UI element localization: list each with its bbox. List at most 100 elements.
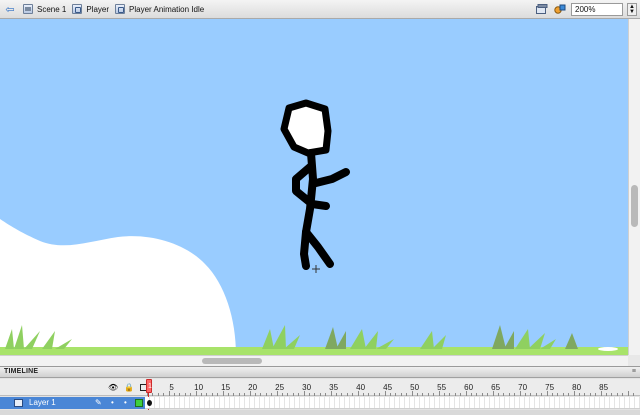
ruler-label: 40 (356, 383, 366, 392)
ruler-tick (606, 393, 607, 396)
ruler-label: 45 (383, 383, 393, 392)
ruler-label: 5 (169, 383, 174, 392)
stick-figure-arm-right (312, 168, 350, 187)
ruler-tick (368, 393, 370, 396)
edit-bar: ⇦ Scene 1 Player Player Animation Idle 2… (0, 0, 640, 19)
ruler-tick (552, 393, 553, 396)
stage-artwork (0, 99, 628, 355)
ruler-tick (260, 393, 262, 396)
layer-row[interactable]: Layer 1 ✎ • • (0, 397, 145, 409)
layer-icon (14, 399, 23, 407)
timeline-title: TIMELINE (4, 368, 39, 375)
ruler-tick (379, 393, 381, 396)
ruler-tick (535, 393, 537, 396)
ruler-label: 85 (599, 383, 609, 392)
ruler-tick (152, 393, 154, 396)
zoom-input[interactable]: 200% (571, 3, 623, 16)
ruler-tick (541, 393, 543, 396)
layer-column-icons: 👁 🔒 (108, 383, 148, 392)
stick-figure-head (280, 99, 332, 157)
white-cloud-shape (0, 219, 236, 355)
ruler-tick (508, 393, 510, 396)
horizontal-scrollbar[interactable] (0, 355, 628, 366)
ruler-tick (190, 393, 192, 396)
ruler-tick (314, 393, 316, 396)
ruler-tick (471, 393, 472, 396)
ruler-tick (400, 393, 402, 396)
visibility-dot-icon[interactable]: • (111, 398, 114, 407)
ruler-tick (433, 393, 435, 396)
ruler-tick (454, 393, 456, 396)
ruler-label: 20 (248, 383, 258, 392)
keyframe[interactable] (147, 400, 152, 406)
ruler-tick (390, 393, 391, 396)
ruler-tick (233, 393, 235, 396)
chevron-down-icon: ▼ (629, 8, 635, 15)
ruler-tick (557, 393, 559, 396)
ruler-tick (498, 393, 499, 396)
layer-name[interactable]: Layer 1 (29, 398, 56, 407)
ruler-tick (633, 393, 634, 396)
vertical-scrollbar[interactable] (628, 19, 640, 355)
ruler-tick (217, 393, 219, 396)
ruler-tick (282, 393, 283, 396)
ruler-label: 80 (572, 383, 582, 392)
ruler-tick (422, 393, 424, 396)
timeline-footer (0, 410, 640, 415)
zoom-stepper[interactable]: ▲ ▼ (627, 3, 637, 16)
edit-scene-icon[interactable] (535, 3, 549, 16)
lock-dot-icon[interactable]: • (124, 398, 127, 407)
ruler-tick (568, 393, 570, 396)
ruler-tick (525, 393, 526, 396)
breadcrumb-player[interactable]: Player (72, 4, 109, 14)
ruler-label: 25 (275, 383, 285, 392)
ruler-tick (562, 393, 564, 396)
ruler-label: 75 (545, 383, 555, 392)
edit-symbols-icon[interactable] (553, 3, 567, 16)
ruler-tick (206, 393, 208, 396)
ruler-tick (238, 393, 240, 396)
timeline-header: 👁 🔒 5 10 15 20 25 30 35 40 45 50 55 60 65 70 75 80 85 (0, 379, 640, 396)
layer-outline-swatch[interactable] (135, 399, 143, 407)
eye-icon[interactable]: 👁 (108, 383, 118, 392)
ruler-label: 60 (464, 383, 474, 392)
ruler-tick (373, 393, 375, 396)
panel-menu-icon[interactable]: ≡ (632, 368, 636, 375)
ruler-tick (487, 393, 489, 396)
ruler-tick (589, 393, 591, 396)
ruler-tick (287, 393, 289, 396)
edit-bar-tools: 200% ▲ ▼ (535, 0, 640, 19)
ruler-tick (325, 393, 327, 396)
layer-frames[interactable] (145, 397, 640, 409)
ruler-tick (481, 393, 483, 396)
vertical-scrollbar-thumb[interactable] (631, 185, 638, 227)
ruler-tick (309, 393, 310, 396)
horizontal-scrollbar-thumb[interactable] (202, 358, 262, 364)
ruler-label: 70 (518, 383, 528, 392)
ruler-tick (352, 393, 354, 396)
ruler-tick (179, 393, 181, 396)
breadcrumb-player-animation-idle[interactable]: Player Animation Idle (115, 4, 204, 14)
back-arrow-icon[interactable]: ⇦ (3, 2, 17, 16)
ruler-tick (363, 393, 364, 396)
breadcrumb-scene[interactable]: Scene 1 (23, 4, 66, 14)
ruler-tick (395, 393, 397, 396)
ruler-tick (346, 393, 348, 396)
ruler-tick (298, 393, 300, 396)
ruler-label: 10 (194, 383, 204, 392)
stage-canvas[interactable] (0, 19, 628, 355)
ruler-tick (449, 393, 451, 396)
ruler-tick (184, 393, 186, 396)
frame-ruler[interactable]: 5 10 15 20 25 30 35 40 45 50 55 60 65 70 75 80 85 (145, 379, 640, 396)
timeline-tab[interactable]: TIMELINE ≡ (0, 367, 640, 378)
ruler-tick (616, 393, 618, 396)
ruler-tick (341, 393, 343, 396)
timeline-panel: TIMELINE ≡ 👁 🔒 5 10 15 20 25 30 35 40 45 50 55 60 65… (0, 366, 640, 415)
ruler-tick (174, 393, 175, 396)
ruler-tick (157, 393, 159, 396)
ruler-tick (292, 393, 294, 396)
ruler-tick (201, 393, 202, 396)
transform-point-icon (312, 265, 320, 273)
ruler-tick (417, 393, 418, 396)
lock-icon[interactable]: 🔒 (124, 383, 134, 392)
